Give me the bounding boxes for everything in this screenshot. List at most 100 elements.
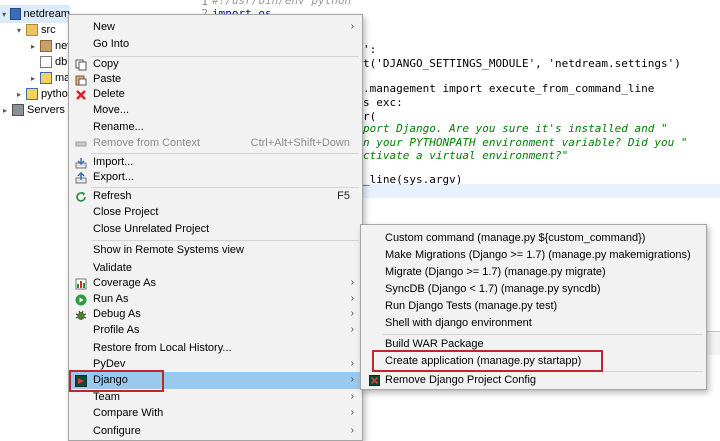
tree-item-label: src (41, 24, 56, 36)
menu-item-debug-as[interactable]: Debug As › (70, 306, 362, 323)
remove-context-icon (75, 141, 87, 147)
submenu-item-shell[interactable]: Shell with django environment (362, 315, 706, 332)
menu-item-label: Show in Remote Systems view (93, 244, 244, 256)
expand-twisty[interactable]: ▸ (28, 42, 38, 51)
menu-item-label: Paste (93, 73, 122, 85)
expand-twisty[interactable]: ▾ (0, 10, 8, 19)
menu-item-new[interactable]: New › (70, 19, 362, 36)
django-annotation-box (69, 370, 164, 392)
expand-twisty[interactable]: ▸ (0, 106, 10, 115)
menu-item-accelerator: Ctrl+Alt+Shift+Down (250, 137, 350, 149)
submenu-arrow-icon: › (350, 374, 354, 385)
submenu-item-migrate[interactable]: Migrate (Django >= 1.7) (manage.py migra… (362, 264, 706, 281)
expand-twisty[interactable]: ▸ (28, 74, 38, 83)
menu-item-label: Copy (93, 58, 119, 70)
menu-item-label: SyncDB (Django < 1.7) (manage.py syncdb) (385, 283, 601, 295)
code-line: _line(sys.argv) (363, 173, 463, 186)
menu-item-export[interactable]: Export... (70, 169, 362, 186)
submenu-arrow-icon: › (350, 293, 354, 304)
expand-twisty[interactable]: ▸ (14, 90, 24, 99)
menu-item-label: Run As (93, 293, 129, 305)
submenu-item-run-django-tests[interactable]: Run Django Tests (manage.py test) (362, 298, 706, 315)
folder-icon (26, 24, 38, 36)
submenu-arrow-icon: › (350, 324, 354, 335)
menu-item-go-into[interactable]: Go Into (70, 36, 362, 53)
project-icon (10, 8, 21, 20)
menu-item-label: Refresh (93, 190, 132, 202)
django-remove-icon (369, 375, 380, 386)
django-submenu: Custom command (manage.py ${custom_comma… (360, 224, 707, 390)
expand-twisty[interactable]: ▾ (14, 26, 24, 35)
menu-item-label: Profile As (93, 324, 140, 336)
submenu-item-custom-command[interactable]: Custom command (manage.py ${custom_comma… (362, 230, 706, 247)
menu-item-accelerator: F5 (337, 190, 350, 202)
tree-item-label: netdream (23, 8, 70, 20)
submenu-item-make-migrations[interactable]: Make Migrations (Django >= 1.7) (manage.… (362, 247, 706, 264)
menu-item-remove-from-context: Remove from Context Ctrl+Alt+Shift+Down (70, 135, 362, 152)
copy-icon (75, 59, 87, 71)
python-file-icon (40, 72, 52, 84)
package-icon (40, 40, 52, 52)
file-icon (40, 56, 52, 68)
menu-item-label: Run Django Tests (manage.py test) (385, 300, 558, 312)
menu-item-move[interactable]: Move... (70, 102, 362, 119)
debug-icon (75, 310, 87, 320)
menu-item-configure[interactable]: Configure › (70, 423, 362, 440)
menu-item-label: Import... (93, 156, 134, 168)
create-application-annotation-box (372, 350, 603, 372)
submenu-arrow-icon: › (350, 391, 354, 402)
menu-item-coverage-as[interactable]: Coverage As › (70, 275, 362, 292)
delete-icon (76, 90, 86, 100)
submenu-arrow-icon: › (350, 308, 354, 319)
paste-icon (75, 75, 87, 86)
export-icon (75, 172, 87, 184)
submenu-arrow-icon: › (350, 407, 354, 418)
menu-item-label: Go Into (93, 38, 130, 50)
menu-item-compare-with[interactable]: Compare With › (70, 405, 362, 422)
menu-item-label: Build WAR Package (385, 338, 484, 350)
submenu-arrow-icon: › (350, 425, 354, 436)
menu-item-label: Export... (93, 171, 134, 183)
refresh-icon (76, 192, 86, 202)
coverage-icon (75, 278, 87, 290)
menu-item-close-project[interactable]: Close Project (70, 204, 362, 221)
menu-item-label: Custom command (manage.py ${custom_comma… (385, 232, 646, 244)
menu-item-rename[interactable]: Rename... (70, 119, 362, 136)
menu-item-show-in-remote-systems[interactable]: Show in Remote Systems view (70, 242, 362, 259)
menu-item-restore-from-local-history[interactable]: Restore from Local History... (70, 340, 362, 357)
server-icon (12, 104, 24, 116)
menu-item-label: Migrate (Django >= 1.7) (manage.py migra… (385, 266, 606, 278)
menu-separator (91, 240, 359, 241)
menu-item-close-unrelated-project[interactable]: Close Unrelated Project (70, 221, 362, 238)
menu-item-label: Compare With (93, 407, 164, 419)
menu-separator (383, 334, 703, 335)
tree-item-label: Servers (27, 104, 65, 116)
menu-item-refresh[interactable]: Refresh F5 (70, 188, 362, 205)
menu-item-label: Coverage As (93, 277, 156, 289)
menu-item-label: Team (93, 391, 120, 403)
menu-item-label: Configure (93, 425, 141, 437)
menu-item-label: Close Project (93, 206, 159, 218)
menu-item-label: Make Migrations (Django >= 1.7) (manage.… (385, 249, 691, 261)
submenu-item-remove-django-project-config[interactable]: Remove Django Project Config (362, 372, 706, 389)
import-icon (75, 158, 87, 169)
menu-item-label: Rename... (93, 121, 144, 133)
menu-item-label: Restore from Local History... (93, 342, 232, 354)
submenu-arrow-icon: › (350, 21, 354, 32)
menu-item-label: Remove from Context (93, 137, 200, 149)
code-line: ctivate a virtual environment?" (363, 149, 569, 162)
menu-item-label: Shell with django environment (385, 317, 532, 329)
tree-item-servers[interactable]: ▸ Servers (0, 101, 65, 119)
menu-item-profile-as[interactable]: Profile As › (70, 322, 362, 339)
python-icon (26, 88, 38, 100)
code-line: .management import execute_from_command_… (363, 82, 655, 95)
menu-item-delete[interactable]: Delete (70, 86, 362, 103)
menu-item-label: Close Unrelated Project (93, 223, 210, 235)
menu-item-label: PyDev (93, 358, 126, 370)
menu-item-label: Delete (93, 88, 125, 100)
menu-item-label: Validate (93, 262, 132, 274)
menu-item-label: New (93, 21, 116, 33)
submenu-arrow-icon: › (350, 277, 354, 288)
submenu-item-syncdb[interactable]: SyncDB (Django < 1.7) (manage.py syncdb) (362, 281, 706, 298)
menu-item-label: Debug As (93, 308, 141, 320)
